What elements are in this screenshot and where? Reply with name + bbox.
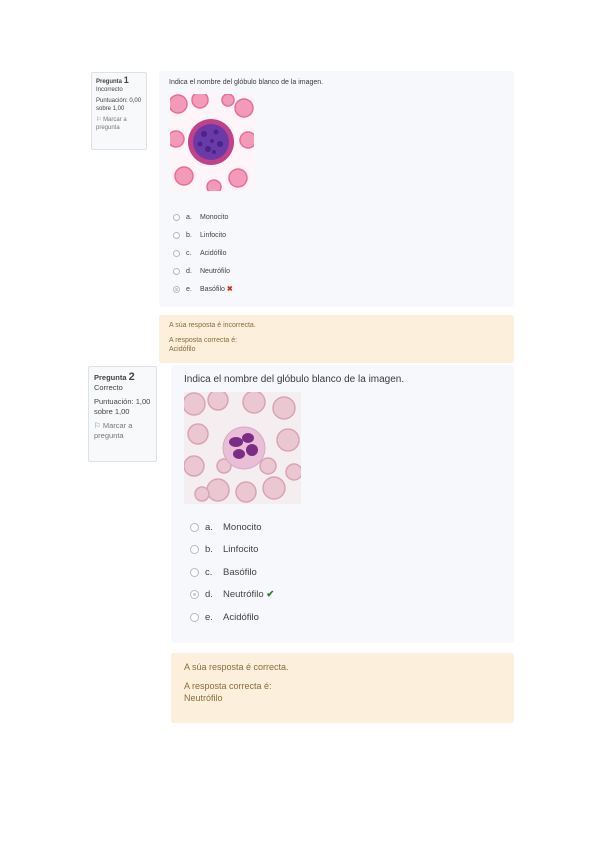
answer-option-a[interactable]: a. Monocito xyxy=(190,516,274,539)
question-2-text: Indica el nombre del glóbulo blanco de l… xyxy=(184,374,405,385)
question-1-info: Pregunta 1 Incorrecto Puntuación: 0,00 s… xyxy=(91,72,147,150)
basophil-smear-image xyxy=(170,94,254,191)
flag-icon: ⚐ xyxy=(96,117,102,123)
feedback-result: A súa resposta é correcta. xyxy=(184,662,289,672)
answer-option-d[interactable]: d. Neutrófilo xyxy=(173,262,233,280)
correct-answer-value: Acidófilo xyxy=(169,346,196,353)
correct-answer-label: A resposta correcta é: xyxy=(169,337,238,344)
radio-button[interactable] xyxy=(173,213,180,221)
question-2-info: Pregunta 2 Correcto Puntuación: 1,00 sob… xyxy=(88,366,157,462)
question-2-cell-image xyxy=(184,392,301,504)
radio-button[interactable] xyxy=(173,267,180,275)
radio-button[interactable] xyxy=(173,231,180,239)
radio-button[interactable] xyxy=(190,612,199,622)
question-1-grade: Puntuación: 0,00 sobre 1,00 xyxy=(96,98,142,112)
answer-option-b[interactable]: b. Linfocito xyxy=(190,539,274,562)
radio-button-selected[interactable] xyxy=(173,285,180,293)
correct-icon: ✔ xyxy=(266,589,275,601)
flag-icon: ⚐ xyxy=(94,421,101,430)
radio-button[interactable] xyxy=(173,249,180,257)
question-1-state: Incorrecto xyxy=(96,87,123,93)
radio-button[interactable] xyxy=(190,567,199,577)
question-1-number: Pregunta 1 xyxy=(96,75,129,86)
radio-button[interactable] xyxy=(190,545,199,555)
feedback-result: A súa resposta é incorrecta. xyxy=(169,322,256,329)
question-2-flag-link[interactable]: ⚐ Marcar a pregunta xyxy=(94,421,151,441)
neutrophil-smear-image xyxy=(184,392,301,504)
incorrect-icon: ✖ xyxy=(226,286,233,293)
question-2-answers: a. Monocito b. Linfocito c. Basófilo d. Neut… xyxy=(190,516,274,629)
question-2-grade: Puntuación: 1,00 sobre 1,00 xyxy=(94,397,151,416)
question-1-feedback: A súa resposta é incorrecta. A resposta … xyxy=(159,315,514,363)
question-1-flag-link[interactable]: ⚐ Marcar a pregunta xyxy=(96,116,142,132)
radio-button[interactable] xyxy=(190,522,199,532)
correct-answer-value: Neutrófilo xyxy=(184,693,223,703)
question-2-number: Pregunta 2 xyxy=(94,371,135,383)
radio-button-selected[interactable] xyxy=(190,590,199,600)
question-2-state: Correcto xyxy=(94,383,123,392)
answer-option-e[interactable]: e. Acidófilo xyxy=(190,606,274,629)
question-1-cell-image xyxy=(170,94,254,191)
answer-option-c[interactable]: c. Acidófilo xyxy=(173,244,233,262)
answer-option-a[interactable]: a. Monocito xyxy=(173,208,233,226)
question-1-answers: a. Monocito b. Linfocito c. Acidófilo d. Neu… xyxy=(173,208,233,298)
question-2-feedback: A súa resposta é correcta. A resposta co… xyxy=(171,653,514,723)
answer-option-d[interactable]: d. Neutrófilo ✔ xyxy=(190,584,274,607)
question-1-text: Indica el nombre del glóbulo blanco de l… xyxy=(169,79,324,86)
answer-option-c[interactable]: c. Basófilo xyxy=(190,561,274,584)
correct-answer-label: A resposta correcta é: xyxy=(184,681,272,691)
answer-option-e[interactable]: e. Basófilo ✖ xyxy=(173,280,233,298)
answer-option-b[interactable]: b. Linfocito xyxy=(173,226,233,244)
